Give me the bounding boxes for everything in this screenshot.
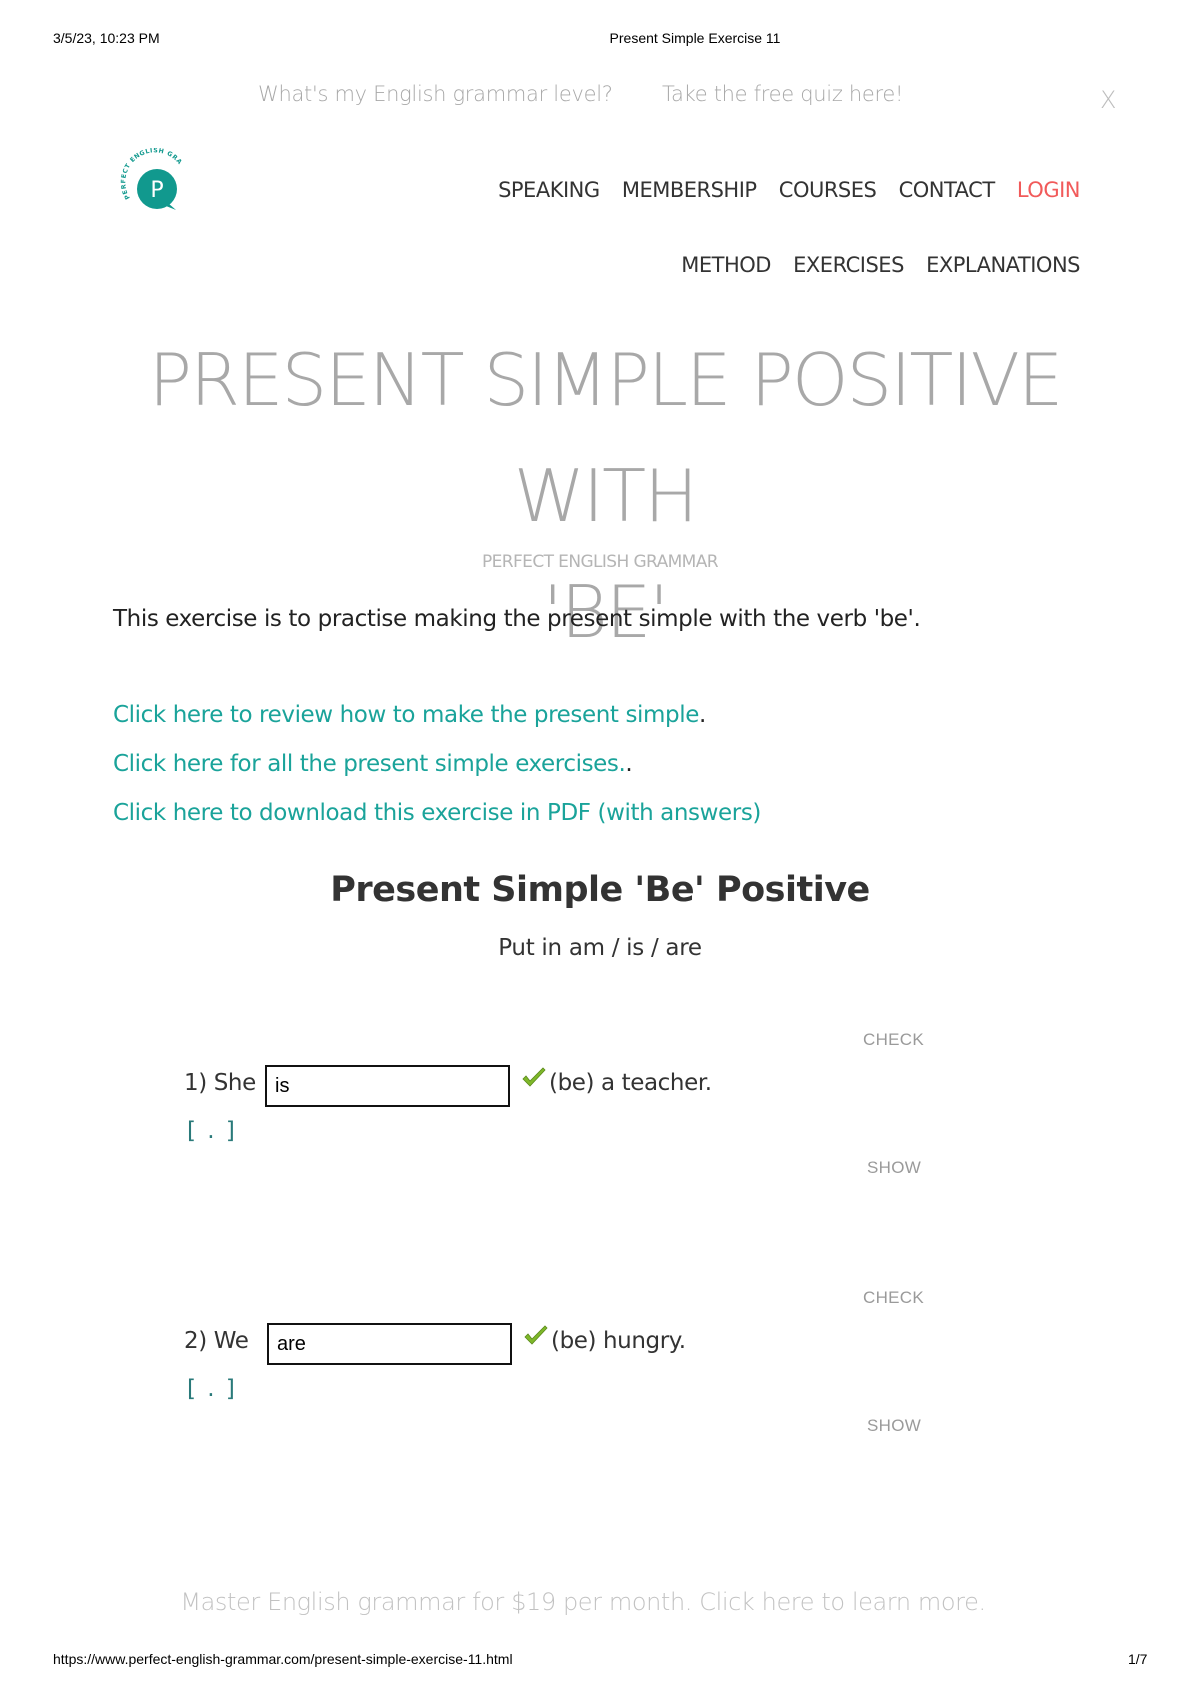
question-prefix: 1) She xyxy=(184,1070,256,1096)
print-header: 3/5/23, 10:23 PM Present Simple Exercise… xyxy=(0,30,1200,50)
resource-links: Click here to review how to make the pre… xyxy=(113,702,761,849)
answer-toggle[interactable]: [ . ] xyxy=(187,1118,237,1144)
membership-promo-link[interactable]: Master English grammar for $19 per month… xyxy=(0,1588,1200,1616)
nav-method[interactable]: METHOD xyxy=(681,253,771,277)
nav-contact[interactable]: CONTACT xyxy=(899,178,996,202)
link-suffix: . xyxy=(698,702,706,728)
nav-speaking[interactable]: SPEAKING xyxy=(498,178,600,202)
quiz-promo-bar: What's my English grammar level? Take th… xyxy=(0,80,1200,116)
print-url: https://www.perfect-english-grammar.com/… xyxy=(53,1651,513,1667)
show-answer-button[interactable]: SHOW xyxy=(867,1158,921,1178)
grammar-level-question[interactable]: What's my English grammar level? xyxy=(258,82,613,106)
primary-nav: SPEAKING MEMBERSHIP COURSES CONTACT LOGI… xyxy=(482,178,1080,202)
site-logo[interactable]: PERFECT ENGLISH GRAMMAR P xyxy=(115,143,190,220)
link-row: Click here to review how to make the pre… xyxy=(113,702,761,751)
logo-icon: PERFECT ENGLISH GRAMMAR P xyxy=(115,143,183,210)
close-promo-button[interactable]: X xyxy=(1100,86,1116,114)
all-present-simple-exercises-link[interactable]: Click here for all the present simple ex… xyxy=(113,751,626,777)
exercise-instruction: Put in am / is / are xyxy=(498,935,702,961)
question-prefix: 2) We xyxy=(184,1328,249,1354)
link-row: Click here to download this exercise in … xyxy=(113,800,761,849)
nav-explanations[interactable]: EXPLANATIONS xyxy=(926,253,1080,277)
nav-membership[interactable]: MEMBERSHIP xyxy=(622,178,757,202)
nav-courses[interactable]: COURSES xyxy=(779,178,877,202)
question-tail: (be) hungry. xyxy=(551,1328,686,1354)
exercise-title: Present Simple 'Be' Positive xyxy=(330,870,870,910)
print-footer: https://www.perfect-english-grammar.com/… xyxy=(0,1651,1200,1671)
check-button[interactable]: CHECK xyxy=(863,1288,924,1308)
answer-input[interactable] xyxy=(267,1323,512,1365)
show-answer-button[interactable]: SHOW xyxy=(867,1416,921,1436)
question-tail: (be) a teacher. xyxy=(549,1070,712,1096)
answer-toggle[interactable]: [ . ] xyxy=(187,1376,237,1402)
intro-text: This exercise is to practise making the … xyxy=(113,606,921,632)
page-title-line-1: PRESENT SIMPLE POSITIVE WITH xyxy=(148,338,1064,538)
print-page-number: 1/7 xyxy=(1128,1651,1148,1667)
correct-check-icon xyxy=(524,1325,548,1345)
review-present-simple-link[interactable]: Click here to review how to make the pre… xyxy=(113,702,699,728)
question-1: CHECK 1) She (be) a teacher. [ . ] SHOW xyxy=(0,1030,1200,1190)
correct-check-icon xyxy=(522,1067,546,1087)
nav-exercises[interactable]: EXERCISES xyxy=(793,253,904,277)
check-button[interactable]: CHECK xyxy=(863,1030,924,1050)
answer-input[interactable] xyxy=(265,1065,510,1107)
logo-letter: P xyxy=(150,178,163,203)
link-row: Click here for all the present simple ex… xyxy=(113,751,761,800)
secondary-nav: METHOD EXERCISES EXPLANATIONS xyxy=(665,253,1080,277)
free-quiz-link[interactable]: Take the free quiz here! xyxy=(662,82,903,106)
print-page-title: Present Simple Exercise 11 xyxy=(609,30,781,46)
nav-login[interactable]: LOGIN xyxy=(1017,178,1081,202)
link-suffix: . xyxy=(625,751,633,777)
page-subtitle: PERFECT ENGLISH GRAMMAR xyxy=(482,552,719,572)
download-pdf-link[interactable]: Click here to download this exercise in … xyxy=(113,800,761,826)
question-2: CHECK 2) We (be) hungry. [ . ] SHOW xyxy=(0,1288,1200,1448)
